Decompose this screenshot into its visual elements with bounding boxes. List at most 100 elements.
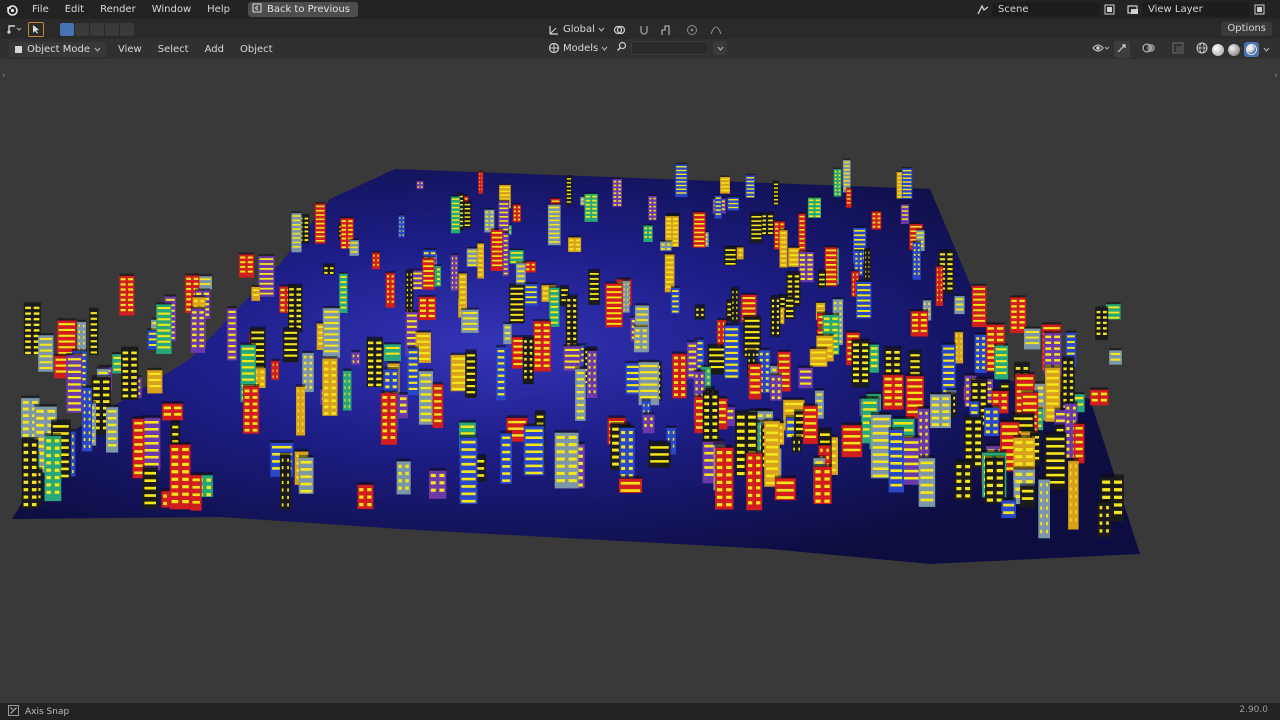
window-stripe bbox=[408, 357, 418, 360]
building-roof bbox=[638, 359, 660, 363]
viewport-menu-add[interactable]: Add bbox=[197, 44, 232, 55]
view-layer-field[interactable]: View Layer bbox=[1142, 2, 1250, 17]
blender-logo-icon[interactable] bbox=[0, 0, 24, 19]
window-pane bbox=[83, 324, 85, 328]
building bbox=[525, 259, 536, 273]
window-pane bbox=[966, 397, 969, 400]
window-pane bbox=[331, 380, 336, 384]
select-tool-button[interactable] bbox=[28, 21, 44, 37]
window-pane bbox=[925, 446, 928, 450]
window-pane bbox=[240, 256, 246, 259]
options-dropdown[interactable]: Options bbox=[1221, 22, 1272, 36]
window-stripe bbox=[890, 454, 903, 458]
select-extend-icon[interactable] bbox=[75, 22, 89, 36]
scene-icon[interactable] bbox=[974, 2, 992, 17]
window-pane bbox=[913, 249, 916, 252]
shading-options-icon[interactable] bbox=[1263, 44, 1270, 55]
building-roof bbox=[1012, 411, 1035, 415]
window-stripe bbox=[901, 476, 919, 480]
search-options-icon[interactable] bbox=[713, 41, 728, 55]
visibility-icon[interactable] bbox=[1092, 42, 1110, 57]
menu-file[interactable]: File bbox=[24, 0, 57, 19]
proportional-falloff-icon[interactable] bbox=[707, 22, 725, 37]
window-pane bbox=[852, 278, 855, 281]
toolbar-toggle-icon[interactable]: › bbox=[2, 71, 6, 81]
window-pane bbox=[542, 297, 548, 300]
select-intersect-icon[interactable] bbox=[120, 22, 134, 36]
3d-viewport[interactable]: ‹ › bbox=[0, 59, 1280, 703]
building bbox=[750, 212, 763, 244]
back-to-previous-button[interactable]: Back to Previous bbox=[247, 2, 358, 17]
window-stripe bbox=[300, 489, 312, 493]
collection-dropdown[interactable]: Models bbox=[548, 42, 608, 54]
pivot-point-icon[interactable] bbox=[611, 22, 629, 37]
window-stripe bbox=[872, 467, 890, 470]
window-pane bbox=[341, 224, 346, 227]
building bbox=[618, 475, 643, 493]
menu-render[interactable]: Render bbox=[92, 0, 144, 19]
select-set-icon[interactable] bbox=[60, 22, 74, 36]
gizmo-icon[interactable] bbox=[1114, 41, 1130, 58]
window-pane bbox=[46, 468, 51, 472]
window-stripe bbox=[148, 378, 161, 382]
window-pane bbox=[25, 323, 31, 326]
view-layer-icon[interactable] bbox=[1124, 2, 1142, 17]
window-stripe bbox=[461, 470, 476, 473]
window-pane bbox=[25, 306, 31, 310]
new-scene-icon[interactable] bbox=[1100, 2, 1118, 17]
window-stripe bbox=[478, 254, 483, 257]
sidebar-toggle-icon[interactable]: ‹ bbox=[1274, 71, 1278, 81]
viewport-menu-view[interactable]: View bbox=[110, 44, 150, 55]
window-pane bbox=[513, 210, 516, 213]
window-pane bbox=[965, 472, 971, 476]
menu-edit[interactable]: Edit bbox=[57, 0, 92, 19]
window-pane bbox=[186, 288, 191, 291]
select-subtract-icon[interactable] bbox=[90, 22, 104, 36]
proportional-icon[interactable] bbox=[683, 22, 701, 37]
window-pane bbox=[776, 315, 779, 319]
snap-target-icon[interactable] bbox=[659, 22, 677, 37]
editor-type-selector[interactable] bbox=[6, 23, 22, 35]
xray-icon[interactable] bbox=[1172, 42, 1184, 57]
building bbox=[809, 346, 828, 367]
scene-field[interactable]: Scene bbox=[992, 2, 1100, 17]
object-mode-dropdown[interactable]: Object Mode bbox=[9, 41, 106, 57]
window-pane bbox=[940, 283, 942, 286]
transform-orientation-dropdown[interactable]: Global bbox=[548, 24, 605, 36]
new-view-layer-icon[interactable] bbox=[1250, 2, 1268, 17]
overlay-icon[interactable] bbox=[1142, 42, 1156, 57]
shading-wireframe-icon[interactable] bbox=[1196, 42, 1208, 57]
window-pane bbox=[402, 217, 404, 220]
menu-help[interactable]: Help bbox=[199, 0, 238, 19]
building bbox=[900, 202, 910, 224]
menu-window[interactable]: Window bbox=[144, 0, 199, 19]
select-invert-icon[interactable] bbox=[105, 22, 119, 36]
window-pane bbox=[707, 381, 710, 385]
window-stripe bbox=[640, 377, 658, 380]
window-pane bbox=[913, 272, 916, 275]
window-pane bbox=[618, 188, 621, 191]
shading-material-icon[interactable] bbox=[1228, 43, 1240, 56]
window-pane bbox=[455, 276, 457, 279]
window-stripe bbox=[467, 264, 477, 266]
shading-solid-icon[interactable] bbox=[1212, 43, 1224, 56]
window-pane bbox=[980, 389, 986, 393]
snap-icon[interactable] bbox=[635, 22, 653, 37]
window-stripe bbox=[228, 316, 236, 319]
window-stripe bbox=[721, 178, 730, 180]
building bbox=[845, 187, 852, 208]
window-pane bbox=[192, 339, 197, 342]
building-roof bbox=[458, 271, 467, 274]
window-stripe bbox=[499, 220, 509, 222]
window-pane bbox=[993, 393, 999, 397]
window-pane bbox=[937, 278, 939, 281]
window-stripe bbox=[504, 326, 511, 329]
window-stripe bbox=[292, 219, 301, 222]
viewport-menu-select[interactable]: Select bbox=[150, 44, 197, 55]
window-stripe bbox=[461, 462, 476, 466]
window-pane bbox=[701, 308, 704, 311]
viewport-menu-object[interactable]: Object bbox=[232, 44, 281, 55]
shading-rendered-icon[interactable] bbox=[1244, 42, 1259, 57]
viewport-search-input[interactable] bbox=[631, 41, 710, 55]
window-pane bbox=[131, 394, 137, 398]
